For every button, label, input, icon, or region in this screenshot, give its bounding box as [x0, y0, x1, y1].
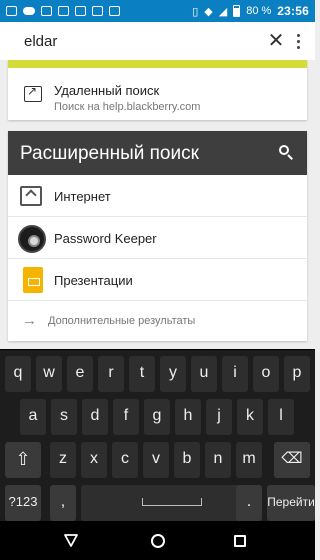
key-o[interactable]: o: [253, 356, 279, 392]
key-q[interactable]: q: [5, 356, 31, 392]
internet-icon: [20, 186, 42, 206]
result-label: Интернет: [54, 189, 111, 204]
key-h[interactable]: h: [175, 399, 201, 435]
notification-icons: [6, 6, 120, 16]
go-key[interactable]: Перейти: [267, 485, 315, 521]
key-d[interactable]: d: [82, 399, 108, 435]
gmail-icon: [41, 6, 52, 16]
key-z[interactable]: z: [50, 442, 76, 478]
advanced-search-card: Расширенный поиск Интернет Password Keep…: [8, 131, 307, 341]
clipboard-icon: [109, 6, 120, 16]
result-item-slides[interactable]: Презентации: [8, 259, 307, 301]
more-results-label: Дополнительные результаты: [48, 315, 196, 327]
open-external-icon: [24, 84, 42, 102]
keyboard: q w e r t y u i o p a s d f g h j k l ⇧ …: [0, 349, 315, 521]
remote-search-card[interactable]: Удаленный поиск Поиск на help.blackberry…: [8, 60, 307, 120]
key-x[interactable]: x: [81, 442, 107, 478]
remote-search-title: Удаленный поиск: [54, 83, 160, 98]
result-label: Презентации: [54, 273, 133, 288]
result-item-internet[interactable]: Интернет: [8, 175, 307, 217]
key-t[interactable]: t: [129, 356, 155, 392]
print-icon: [58, 6, 69, 16]
status-bar: ▯ ◆ ◢ 80 % 23:56: [0, 0, 315, 22]
download-icon: [92, 6, 103, 16]
remote-search-row[interactable]: Удаленный поиск Поиск на help.blackberry…: [8, 68, 307, 120]
key-r[interactable]: r: [98, 356, 124, 392]
signal-icon: ◢: [218, 5, 228, 18]
key-l[interactable]: l: [268, 399, 294, 435]
keyboard-row-2: a s d f g h j k l: [0, 399, 315, 435]
comma-key[interactable]: ,: [50, 485, 76, 521]
result-label: Password Keeper: [54, 231, 157, 246]
key-j[interactable]: j: [206, 399, 232, 435]
advanced-search-title: Расширенный поиск: [20, 143, 199, 164]
keyboard-row-3: ⇧ z x c v b n m ⌫: [0, 442, 315, 478]
key-g[interactable]: g: [144, 399, 170, 435]
advanced-search-header: Расширенный поиск: [8, 131, 307, 175]
clock: 23:56: [277, 4, 309, 18]
search-bar: ✕: [0, 22, 315, 60]
result-item-password-keeper[interactable]: Password Keeper: [8, 217, 307, 259]
recent-apps-icon[interactable]: [234, 535, 246, 547]
battery-icon: [233, 5, 241, 17]
search-icon[interactable]: [279, 145, 293, 160]
more-results-row[interactable]: → Дополнительные результаты: [8, 301, 307, 341]
key-i[interactable]: i: [222, 356, 248, 392]
back-icon[interactable]: [63, 533, 79, 549]
key-s[interactable]: s: [51, 399, 77, 435]
key-u[interactable]: u: [191, 356, 217, 392]
key-w[interactable]: w: [36, 356, 62, 392]
period-key[interactable]: .: [236, 485, 262, 521]
print-icon: [75, 6, 86, 16]
key-v[interactable]: v: [143, 442, 169, 478]
battery-level: 80 %: [246, 5, 272, 17]
key-b[interactable]: b: [174, 442, 200, 478]
password-keeper-icon: [18, 225, 46, 253]
email-icon: [6, 6, 17, 16]
navigation-bar: [0, 521, 315, 560]
arrow-right-icon: →: [22, 312, 37, 329]
search-input[interactable]: [24, 32, 254, 50]
space-key[interactable]: [81, 485, 262, 521]
keyboard-row-4: ?123 , . Перейти: [0, 485, 315, 521]
shift-key[interactable]: ⇧: [5, 442, 41, 478]
key-e[interactable]: e: [67, 356, 93, 392]
key-k[interactable]: k: [237, 399, 263, 435]
card-accent-bar: [8, 60, 307, 68]
symbols-key[interactable]: ?123: [5, 485, 41, 521]
slides-icon: [23, 267, 43, 293]
keyboard-row-1: q w e r t y u i o p: [0, 356, 315, 392]
key-f[interactable]: f: [113, 399, 139, 435]
key-a[interactable]: a: [20, 399, 46, 435]
remote-search-subtitle: Поиск на help.blackberry.com: [54, 101, 201, 113]
key-p[interactable]: p: [284, 356, 310, 392]
key-c[interactable]: c: [112, 442, 138, 478]
home-icon[interactable]: [151, 534, 165, 548]
backspace-key[interactable]: ⌫: [274, 442, 310, 478]
overflow-menu-icon[interactable]: [292, 30, 304, 52]
key-y[interactable]: y: [160, 356, 186, 392]
cloud-icon: [23, 7, 35, 15]
wifi-icon: ◆: [204, 5, 213, 18]
system-status: ▯ ◆ ◢ 80 % 23:56: [192, 4, 309, 18]
key-m[interactable]: m: [236, 442, 262, 478]
vibrate-icon: ▯: [192, 5, 199, 18]
key-n[interactable]: n: [205, 442, 231, 478]
clear-icon[interactable]: ✕: [266, 31, 286, 51]
